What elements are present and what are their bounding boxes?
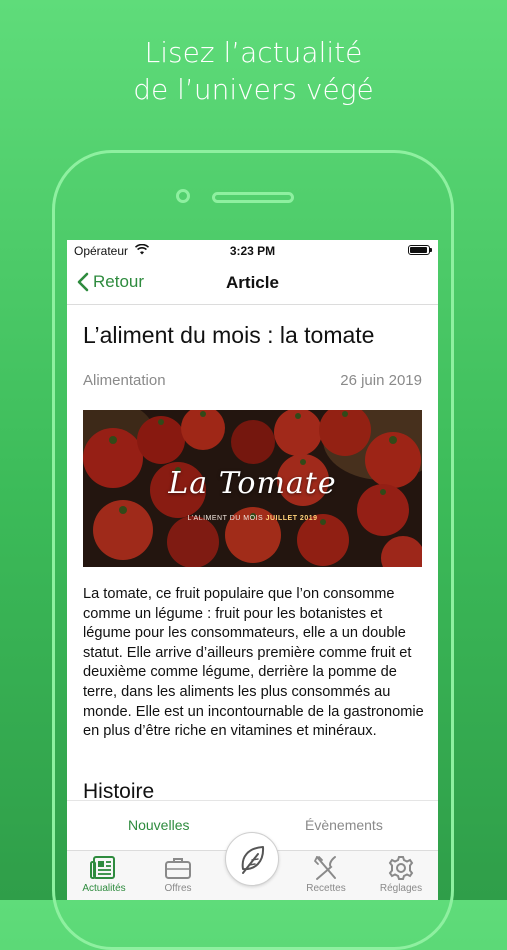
tab-recettes[interactable]: Recettes — [296, 851, 356, 900]
article-category[interactable]: Alimentation — [83, 372, 166, 389]
center-leaf-button[interactable] — [225, 832, 279, 886]
tab-reglages[interactable]: Réglages — [371, 851, 431, 900]
segment-news[interactable]: Nouvelles — [128, 817, 189, 833]
tab-label-reglages: Réglages — [379, 883, 423, 894]
tab-label-offres: Offres — [164, 883, 192, 894]
back-button[interactable]: Retour — [77, 272, 144, 292]
tab-offres[interactable]: Offres — [148, 851, 208, 900]
newspaper-icon — [90, 856, 115, 879]
promo-line-1: Lisez l’actualité — [144, 36, 363, 69]
article-hero-image: La Tomate L’ALIMENT DU MOIS JUILLET 2019 — [83, 410, 422, 567]
hero-title: La Tomate — [168, 466, 337, 501]
speaker-slot — [212, 192, 294, 203]
back-label: Retour — [93, 272, 145, 291]
status-time: 3:23 PM — [229, 244, 276, 258]
promo-line-2: de l’univers végé — [133, 73, 374, 106]
article-body: La tomate, ce fruit populaire que l’on c… — [83, 586, 424, 740]
gear-icon — [388, 856, 414, 880]
camera-dot — [176, 189, 190, 203]
navigation-bar: Retour Article — [67, 262, 438, 305]
promo-headline: Lisez l’actualité de l’univers végé — [0, 34, 507, 108]
hero-subtitle: L’ALIMENT DU MOIS JUILLET 2019 — [83, 515, 422, 522]
segment-events[interactable]: Évènements — [305, 817, 383, 833]
tab-label-recettes: Recettes — [306, 883, 346, 894]
hero-subtitle-date: JUILLET 2019 — [265, 515, 318, 522]
hero-subtitle-text: L’ALIMENT DU MOIS — [187, 515, 266, 522]
leaf-icon — [241, 846, 265, 874]
fork-knife-icon — [314, 856, 336, 880]
tab-label-actualites: Actualités — [82, 883, 126, 894]
phone-screen: Opérateur 3:23 PM Retour Article L’alime… — [67, 240, 438, 900]
article-date: 26 juin 2019 — [340, 372, 422, 389]
chevron-left-icon — [77, 272, 89, 292]
status-bar: Opérateur 3:23 PM — [67, 240, 438, 262]
article-title: L’aliment du mois : la tomate — [83, 322, 375, 348]
battery-icon — [408, 245, 432, 255]
tab-actualites[interactable]: Actualités — [74, 851, 134, 900]
briefcase-icon — [165, 858, 191, 879]
